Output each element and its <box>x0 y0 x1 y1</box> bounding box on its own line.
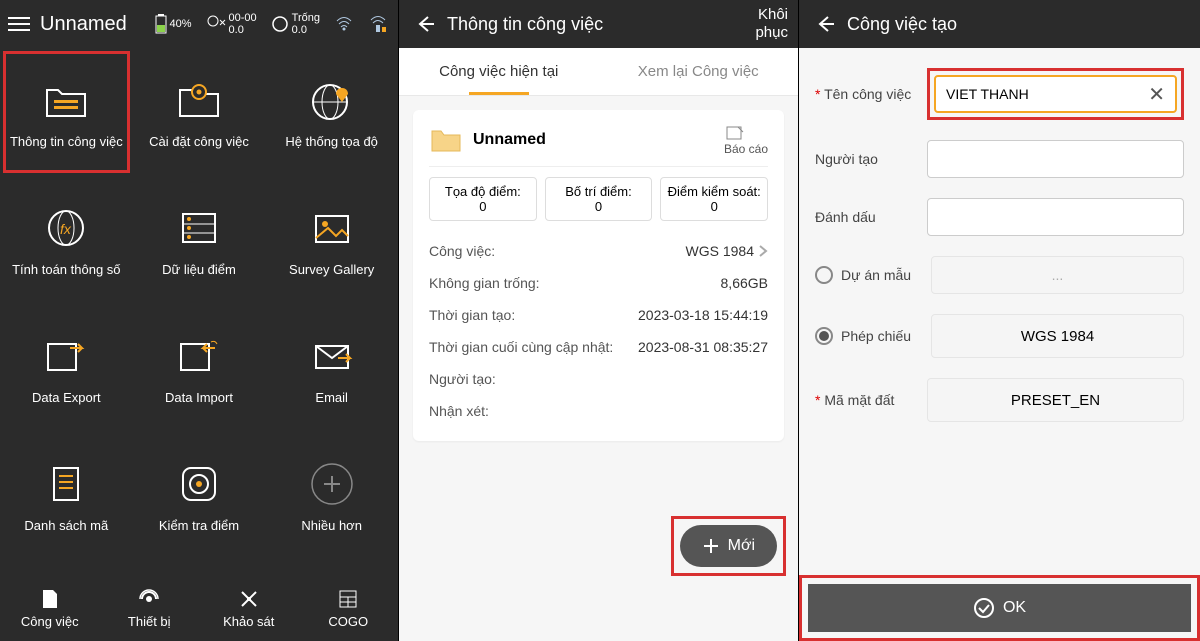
signal-icon-2 <box>368 13 390 35</box>
signal-icon-1 <box>334 14 354 34</box>
grid-survey-gallery[interactable]: Survey Gallery <box>265 176 398 304</box>
creator-input[interactable] <box>938 151 1173 167</box>
cogo-icon <box>337 588 359 610</box>
page-title: Thông tin công việc <box>447 14 755 35</box>
more-icon <box>304 460 360 508</box>
bottom-nav: Công việc Thiết bị Khảo sát COGO <box>0 576 398 641</box>
report-icon <box>724 124 744 142</box>
export-icon <box>38 332 94 380</box>
file-icon <box>39 588 61 610</box>
svg-text:fx: fx <box>60 221 72 237</box>
info-updated: Thời gian cuối cùng cập nhật:2023-08-31 … <box>429 331 768 363</box>
nav-thiet-bi[interactable]: Thiết bị <box>100 576 200 641</box>
grid-thong-tin-cong-viec[interactable]: Thông tin công việc <box>0 48 133 176</box>
header: Công việc tạo <box>799 0 1200 48</box>
battery-indicator: 40% <box>155 14 192 34</box>
grid-email[interactable]: Email <box>265 304 398 432</box>
label-job-name: Tên công việc <box>815 86 915 102</box>
radio-sample-project[interactable]: Dự án mẫu <box>815 266 919 284</box>
back-button[interactable] <box>409 13 441 35</box>
info-comment: Nhận xét: <box>429 395 768 427</box>
label-ground: Mã mặt đất <box>815 392 915 408</box>
info-created: Thời gian tạo:2023-03-18 15:44:19 <box>429 299 768 331</box>
projection-selector[interactable]: WGS 1984 <box>931 314 1184 358</box>
tab-review-job[interactable]: Xem lại Công việc <box>599 48 799 95</box>
coord-indicator: 00-000.0 <box>206 12 257 36</box>
new-button[interactable]: Mới <box>680 525 777 567</box>
statusbar: Unnamed 40% 00-000.0 Trống0.0 <box>0 0 398 48</box>
nav-cong-viec[interactable]: Công việc <box>0 576 100 641</box>
back-arrow-icon <box>814 13 836 35</box>
email-icon <box>304 332 360 380</box>
stat-toado: Tọa độ điểm:0 <box>429 177 537 221</box>
radio-projection[interactable]: Phép chiếu <box>815 327 919 345</box>
folder-gear-icon <box>171 76 227 124</box>
page-title: Công việc tạo <box>847 14 1190 35</box>
ground-selector[interactable]: PRESET_EN <box>927 378 1184 422</box>
grid-tinh-toan-thong-so[interactable]: fx Tính toán thông số <box>0 176 133 304</box>
clear-icon[interactable]: ✕ <box>1148 82 1165 107</box>
mark-input[interactable] <box>938 209 1173 225</box>
import-icon <box>171 332 227 380</box>
info-space: Không gian trống:8,66GB <box>429 267 768 299</box>
job-name: Unnamed <box>473 131 546 149</box>
target-icon <box>171 460 227 508</box>
grid-nhieu-hon[interactable]: Nhiều hơn <box>265 432 398 560</box>
plus-icon <box>702 537 720 555</box>
restore-button[interactable]: Khôi phục <box>755 6 788 42</box>
grid-data-import[interactable]: Data Import <box>133 304 266 432</box>
gallery-icon <box>304 204 360 252</box>
grid-cai-dat-cong-viec[interactable]: Cài đặt công việc <box>133 48 266 176</box>
tab-current-job[interactable]: Công việc hiện tại <box>399 48 599 95</box>
grid-kiem-tra-diem[interactable]: Kiểm tra điểm <box>133 432 266 560</box>
job-name-input[interactable] <box>946 86 1148 102</box>
stat-botri: Bố trí điểm:0 <box>545 177 653 221</box>
code-list-icon <box>38 460 94 508</box>
sample-selector[interactable]: ... <box>931 256 1184 294</box>
header: Thông tin công việc Khôi phục <box>399 0 798 48</box>
report-button[interactable]: Báo cáo <box>724 124 768 156</box>
grid-he-thong-toa-do[interactable]: Hệ thống tọa độ <box>265 48 398 176</box>
back-arrow-icon <box>414 13 436 35</box>
check-circle-icon <box>973 597 995 619</box>
folder-icon <box>429 125 463 155</box>
chevron-right-icon <box>758 244 768 258</box>
back-button[interactable] <box>809 13 841 35</box>
folder-info-icon <box>38 76 94 124</box>
info-job[interactable]: Công việc: WGS 1984 <box>429 235 768 267</box>
globe-pin-icon <box>304 76 360 124</box>
grid-du-lieu-diem[interactable]: Dữ liệu điểm <box>133 176 266 304</box>
stat-kiemsoat: Điểm kiểm soát:0 <box>660 177 768 221</box>
empty-indicator: Trống0.0 <box>271 12 320 36</box>
data-points-icon <box>171 204 227 252</box>
antenna-icon <box>138 588 160 610</box>
menu-icon[interactable] <box>8 17 30 31</box>
grid-danh-sach-ma[interactable]: Danh sách mã <box>0 432 133 560</box>
ok-button[interactable]: OK <box>808 584 1191 632</box>
nav-khao-sat[interactable]: Khảo sát <box>199 576 299 641</box>
tabs: Công việc hiện tại Xem lại Công việc <box>399 48 798 96</box>
label-mark: Đánh dấu <box>815 209 915 225</box>
info-creator: Người tạo: <box>429 363 768 395</box>
grid-data-export[interactable]: Data Export <box>0 304 133 432</box>
fx-globe-icon: fx <box>38 204 94 252</box>
nav-cogo[interactable]: COGO <box>299 576 399 641</box>
app-title: Unnamed <box>40 13 127 36</box>
label-creator: Người tạo <box>815 151 915 167</box>
survey-icon <box>238 588 260 610</box>
